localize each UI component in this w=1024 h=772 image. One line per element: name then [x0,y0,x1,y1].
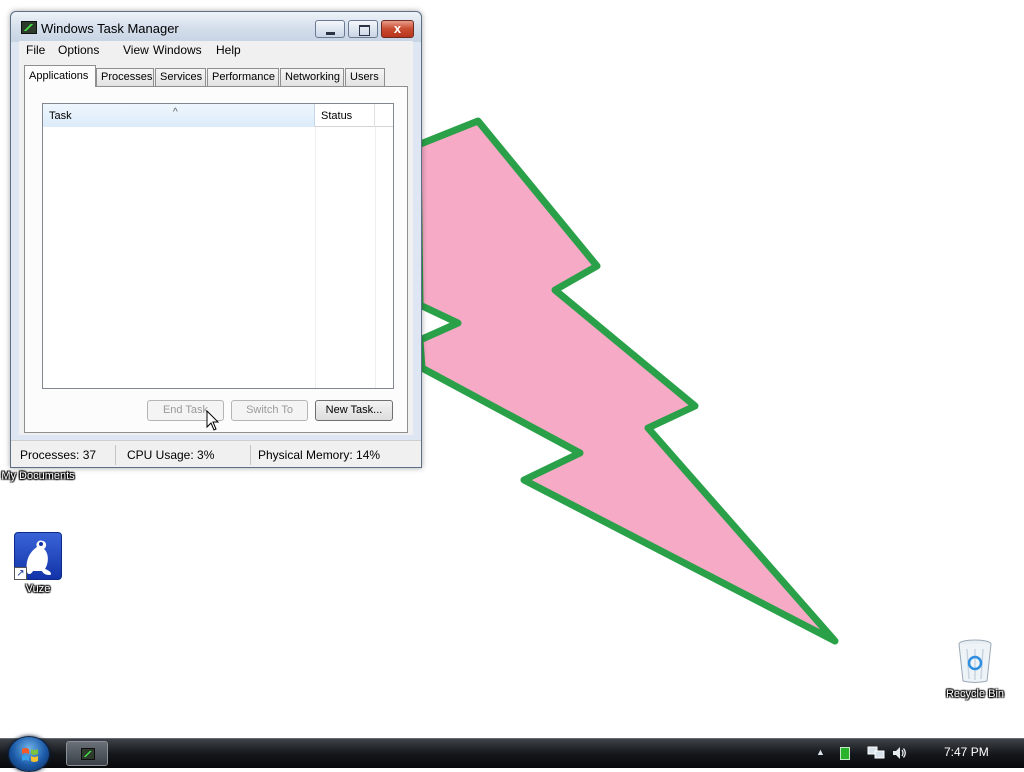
title-bar[interactable]: Windows Task Manager x [11,12,421,42]
desktop-icon-recycle-bin[interactable]: Recycle Bin [935,637,1015,701]
tab-networking[interactable]: Networking [280,68,344,86]
desktop-icon-label: Recycle Bin [945,688,1005,700]
menu-help[interactable]: Help [216,43,241,57]
recycle-bin-icon [951,637,999,685]
mouse-cursor-icon [206,410,220,431]
column-label-status: Status [321,110,353,122]
window-body: Applications Processes Services Performa… [19,60,413,435]
task-manager-icon [81,748,95,760]
task-list[interactable]: Task ^ Status [42,103,394,389]
battery-icon[interactable] [840,747,850,760]
desktop-icon-label: My Documents [1,470,75,482]
task-manager-window: Windows Task Manager x File Options View… [10,11,422,468]
status-bar: Processes: 37 CPU Usage: 3% Physical Mem… [11,440,421,467]
switch-to-button[interactable]: Switch To [231,400,308,421]
taskbar-button-task-manager[interactable] [66,741,108,766]
minimize-button[interactable] [315,20,345,38]
sort-ascending-icon: ^ [173,107,178,118]
windows-logo-icon [22,748,38,762]
column-header-status[interactable]: Status [315,104,375,127]
list-header: Task ^ Status [43,104,393,127]
column-divider [375,127,376,388]
desktop-icon-vuze[interactable]: ↗ Vuze [0,532,78,596]
status-processes: Processes: 37 [11,445,116,465]
vuze-frog-icon: ↗ [14,532,62,580]
lightning-bolt-shape [414,117,839,645]
close-button[interactable]: x [381,20,414,38]
shortcut-arrow-icon: ↗ [14,567,27,580]
column-divider [315,127,316,388]
status-physical-memory: Physical Memory: 14% [258,448,381,462]
column-label-task: Task [49,110,72,122]
show-hidden-icons-button[interactable]: ▲ [816,747,825,757]
status-cpu-usage: CPU Usage: 3% [118,445,251,465]
menu-bar: File Options View Windows Help [19,41,413,60]
new-task-button[interactable]: New Task... [315,400,393,421]
menu-options[interactable]: Options [58,43,99,57]
tab-processes[interactable]: Processes [96,68,154,86]
volume-icon[interactable] [891,745,907,761]
close-icon: x [393,21,402,36]
applications-panel: Task ^ Status End Task Switch To New Tas… [24,86,408,433]
desktop-icon-label: Vuze [25,583,51,595]
task-manager-icon [21,21,37,34]
menu-windows[interactable]: Windows [153,43,202,57]
tab-services[interactable]: Services [155,68,206,86]
clock[interactable]: 7:47 PM [944,745,989,759]
tab-users[interactable]: Users [345,68,385,86]
menu-view[interactable]: View [123,43,149,57]
network-icon[interactable] [867,745,885,761]
tab-performance[interactable]: Performance [207,68,279,86]
menu-file[interactable]: File [26,43,45,57]
desktop-icon-my-documents[interactable]: My Documents [0,470,78,483]
tab-applications[interactable]: Applications [24,65,96,87]
maximize-button[interactable] [348,20,378,38]
window-title: Windows Task Manager [41,21,179,36]
start-button[interactable] [8,736,50,772]
column-header-task[interactable]: Task ^ [43,104,315,127]
